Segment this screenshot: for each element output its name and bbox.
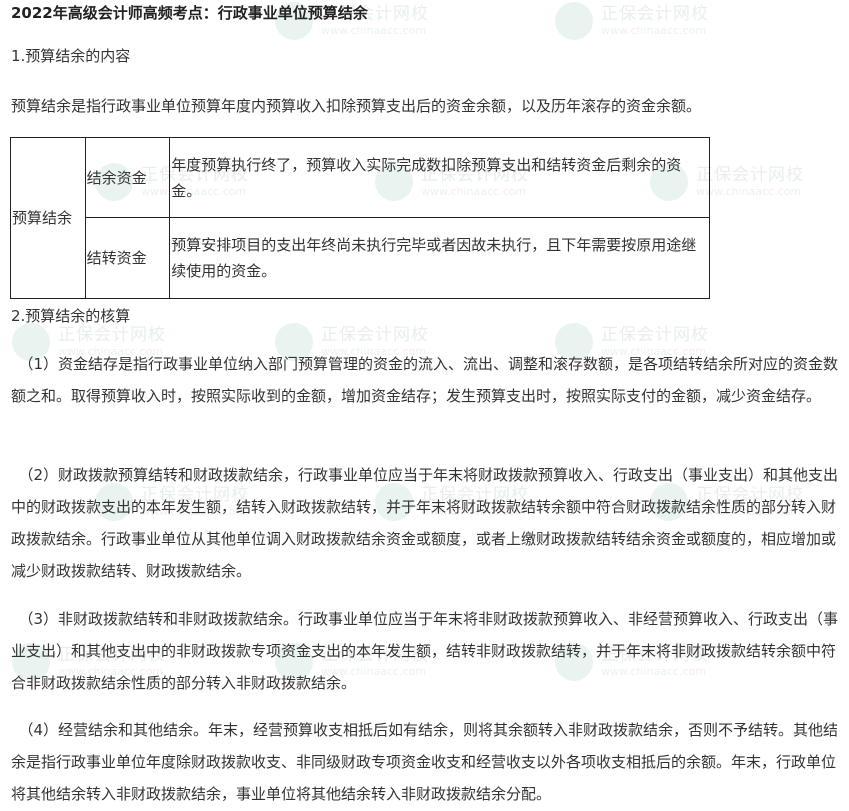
watermark-url: www.chinaacc.com [601,24,707,37]
watermark-url: www.chinaacc.com [321,24,427,37]
table-item-name: 结余资金 [84,137,171,218]
watermark-logo-icon [555,2,593,40]
watermark-name: 正保会计网校 [321,325,429,345]
table-item-name: 结转资金 [84,217,171,299]
table-item-desc: 年度预算执行终了，预算收入实际完成数扣除预算支出和结转资金后剩余的资金。 [169,137,710,218]
budget-surplus-table: 预算结余 结余资金 年度预算执行终了，预算收入实际完成数扣除预算支出和结转资金后… [10,137,710,299]
paragraph-1: （1）资金结存是指行政事业单位纳入部门预算管理的资金的流入、流出、调整和滚存数额… [11,355,839,405]
table-group-cell: 预算结余 [10,137,86,299]
section-heading-content: 1.预算结余的内容 [11,47,131,65]
section-heading-accounting: 2.预算结余的核算 [11,307,131,325]
watermark-name: 正保会计网校 [58,325,166,345]
table-row: 预算结余 结余资金 年度预算执行终了，预算收入实际完成数扣除预算支出和结转资金后… [10,137,710,299]
watermark-url: www.chinaacc.com [696,185,802,198]
intro-paragraph: 预算结余是指行政事业单位预算年度内预算收入扣除预算支出后的资金余额，以及历年滚存… [11,97,702,115]
paragraph-3: （3）非财政拨款结转和非财政拨款结余。行政事业单位应当于年末将非财政拨款预算收入… [11,610,839,692]
paragraph-2: （2）财政拨款预算结转和财政拨款结余，行政事业单位应当于年末将财政拨款预算收入、… [11,466,839,580]
page-title: 2022年高级会计师高频考点：行政事业单位预算结余 [11,4,368,22]
watermark-name: 正保会计网校 [696,165,804,185]
watermark: 正保会计网校 www.chinaacc.com [555,2,709,40]
watermark-name: 正保会计网校 [601,325,709,345]
watermark-name: 正保会计网校 [601,4,709,24]
paragraph-4: （4）经营结余和其他结余。年末，经营预算收支相抵后如有结余，则将其余额转入非财政… [11,721,839,803]
table-item-desc: 预算安排项目的支出年终尚未执行完毕或者因故未执行，且下年需要按原用途继续使用的资… [169,217,710,299]
table-row: 结转资金 预算安排项目的支出年终尚未执行完毕或者因故未执行，且下年需要按原用途继… [11,217,710,299]
